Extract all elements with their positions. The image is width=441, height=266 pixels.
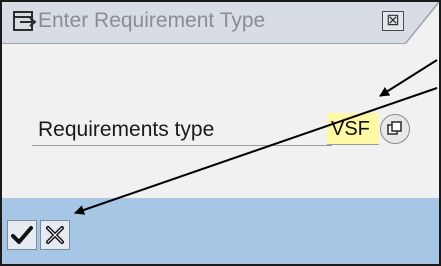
- confirm-button[interactable]: [7, 220, 37, 250]
- value-help-button[interactable]: [380, 114, 410, 144]
- requirements-type-label: Requirements type: [38, 118, 215, 141]
- cancel-button[interactable]: [40, 220, 70, 250]
- cancel-x-icon: [46, 226, 64, 244]
- check-icon: [11, 226, 33, 244]
- close-button[interactable]: ⊠: [382, 11, 404, 31]
- dialog-window: Enter Requirement Type ⊠ Requirements ty…: [0, 0, 441, 266]
- requirements-type-input[interactable]: [327, 113, 379, 145]
- window-title: Enter Requirement Type: [38, 9, 266, 32]
- title-bar[interactable]: Enter Requirement Type ⊠: [2, 2, 439, 44]
- search-help-icon: [387, 121, 402, 135]
- dialog-window-icon: [11, 9, 37, 35]
- title-bar-decoration: [405, 2, 439, 44]
- close-icon: ⊠: [386, 12, 400, 29]
- field-divider: [32, 145, 332, 146]
